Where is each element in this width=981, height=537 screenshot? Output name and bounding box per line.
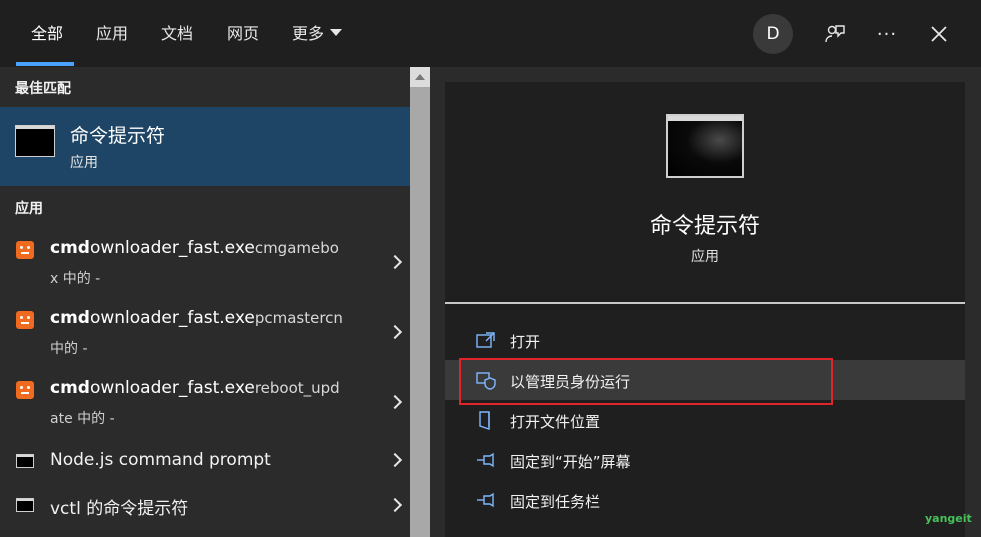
detail-subtitle: 应用: [691, 249, 719, 265]
highlight-box: [459, 358, 833, 405]
result-title: cmdownloader_fast.exepcmastercn: [50, 308, 343, 328]
action-label: 打开文件位置: [510, 413, 601, 431]
tab-more[interactable]: 更多: [292, 22, 343, 46]
pin-icon: [477, 452, 494, 468]
result-context: cmgamebo: [254, 239, 339, 257]
list-item[interactable]: vctl 的命令提示符: [0, 487, 410, 527]
feedback-icon[interactable]: [819, 18, 851, 50]
action-pin-to-start[interactable]: 固定到“开始”屏幕: [445, 440, 965, 480]
result-title: Node.js command prompt: [50, 450, 271, 470]
action-open[interactable]: 打开: [445, 320, 965, 360]
command-prompt-icon: [15, 125, 55, 157]
app-icon: [16, 381, 34, 399]
chevron-right-icon[interactable]: [387, 394, 403, 410]
result-name: ownloader_fast.exe: [89, 308, 255, 328]
result-title: cmdownloader_fast.exereboot_upd: [50, 378, 340, 398]
close-icon[interactable]: [923, 18, 955, 50]
command-prompt-icon: [16, 454, 34, 468]
divider: [445, 302, 965, 304]
result-context: pcmastercn: [254, 309, 343, 327]
action-open-file-location[interactable]: 打开文件位置: [445, 400, 965, 440]
result-title: vctl 的命令提示符: [50, 499, 189, 519]
chevron-right-icon[interactable]: [387, 452, 403, 468]
result-path: x 中的 -: [50, 271, 101, 287]
action-label: 固定到任务栏: [510, 493, 601, 511]
more-options-icon[interactable]: ···: [871, 18, 903, 50]
action-label: 打开: [510, 333, 541, 351]
section-best-match: 最佳匹配: [15, 81, 71, 97]
watermark: yangeit: [925, 512, 972, 525]
best-match-subtitle: 应用: [70, 155, 98, 171]
active-tab-indicator: [16, 62, 74, 66]
scroll-thumb[interactable]: [410, 87, 430, 537]
app-icon: [16, 241, 34, 259]
list-item[interactable]: Node.js command prompt: [0, 442, 410, 482]
chevron-right-icon[interactable]: [387, 497, 403, 513]
action-pin-to-taskbar[interactable]: 固定到任务栏: [445, 480, 965, 520]
command-prompt-icon: [16, 498, 34, 512]
folder-icon: [479, 411, 490, 430]
tab-all[interactable]: 全部: [31, 22, 63, 46]
search-filter-bar: 全部 应用 文档 网页 更多 D ···: [0, 0, 981, 67]
tab-web[interactable]: 网页: [227, 22, 259, 46]
list-item[interactable]: cmdownloader_fast.exereboot_upd ate 中的 -: [0, 372, 410, 436]
tab-more-label: 更多: [292, 24, 325, 43]
result-path: 中的 -: [50, 341, 88, 357]
action-label: 固定到“开始”屏幕: [510, 453, 631, 471]
best-match-item[interactable]: 命令提示符 应用: [0, 107, 410, 186]
pin-icon: [477, 492, 494, 508]
tab-apps[interactable]: 应用: [96, 22, 128, 46]
list-item[interactable]: cmdownloader_fast.exepcmastercn 中的 -: [0, 302, 410, 366]
chevron-right-icon[interactable]: [387, 254, 403, 270]
result-path: ate 中的 -: [50, 411, 115, 427]
scroll-up-button[interactable]: [410, 67, 430, 87]
command-prompt-large-icon: [666, 114, 744, 178]
detail-title: 命令提示符: [649, 214, 760, 239]
chevron-down-icon: [330, 29, 343, 36]
tab-documents[interactable]: 文档: [161, 22, 193, 46]
scrollbar[interactable]: [410, 67, 430, 537]
list-item[interactable]: cmdownloader_fast.execmgamebo x 中的 -: [0, 232, 410, 296]
result-match: cmd: [50, 238, 90, 258]
result-match: cmd: [50, 308, 90, 328]
result-name: ownloader_fast.exe: [89, 238, 255, 258]
open-window-icon: [476, 332, 495, 348]
result-context: reboot_upd: [254, 379, 340, 397]
avatar[interactable]: D: [753, 14, 793, 54]
chevron-right-icon[interactable]: [387, 324, 403, 340]
section-apps: 应用: [15, 201, 43, 217]
best-match-title: 命令提示符: [70, 125, 166, 147]
result-name: ownloader_fast.exe: [89, 378, 255, 398]
app-icon: [16, 311, 34, 329]
result-match: cmd: [50, 378, 90, 398]
result-title: cmdownloader_fast.execmgamebo: [50, 238, 339, 258]
